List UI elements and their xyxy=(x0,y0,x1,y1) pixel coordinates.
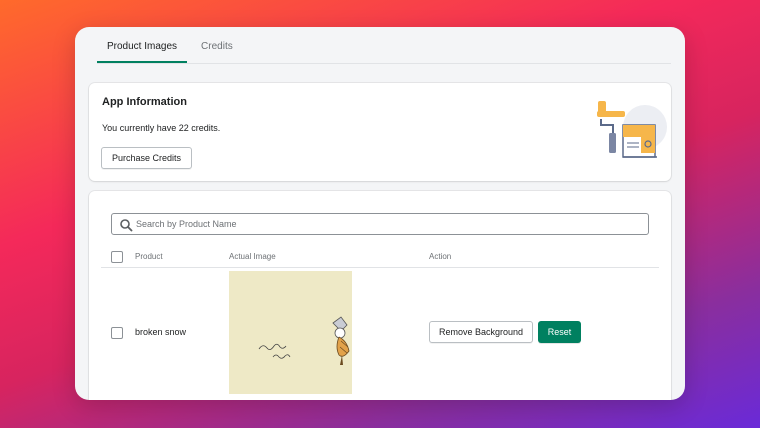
column-actual-image: Actual Image xyxy=(229,252,276,261)
search-field[interactable] xyxy=(111,213,649,235)
purchase-credits-button[interactable]: Purchase Credits xyxy=(101,147,192,169)
select-all-checkbox[interactable] xyxy=(111,251,123,263)
search-icon xyxy=(120,219,133,232)
products-card: Product Actual Image Action broken snow … xyxy=(89,191,671,400)
reset-button[interactable]: Reset xyxy=(538,321,581,343)
paint-roller-illustration-icon xyxy=(597,101,667,158)
search-input[interactable] xyxy=(136,216,636,232)
app-information-card: App Information You currently have 22 cr… xyxy=(89,83,671,181)
row-checkbox[interactable] xyxy=(111,327,123,339)
remove-background-button[interactable]: Remove Background xyxy=(429,321,533,343)
column-action: Action xyxy=(429,252,452,261)
app-window: Product Images Credits App Information Y… xyxy=(75,27,685,400)
card-title: App Information xyxy=(102,96,187,108)
tab-product-images[interactable]: Product Images xyxy=(97,35,188,63)
product-name: broken snow xyxy=(135,327,187,337)
table-header: Product Actual Image Action xyxy=(101,247,659,268)
credits-text: You currently have 22 credits. xyxy=(102,123,221,133)
product-image xyxy=(229,271,352,394)
column-product: Product xyxy=(135,252,163,261)
tab-bar: Product Images Credits xyxy=(97,35,671,64)
tab-credits[interactable]: Credits xyxy=(191,35,243,63)
